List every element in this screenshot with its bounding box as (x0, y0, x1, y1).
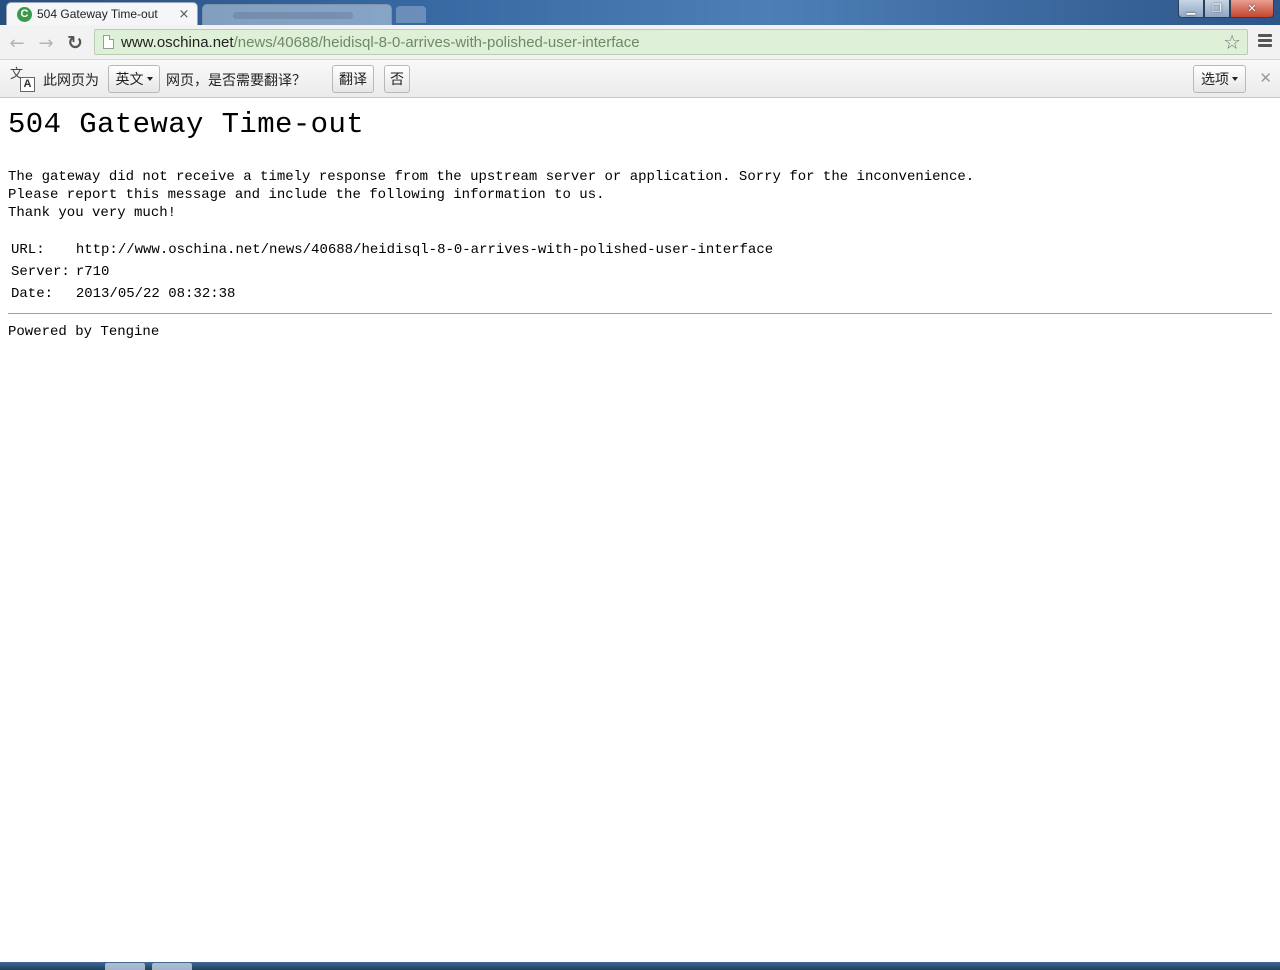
url-label: URL: (11, 242, 45, 258)
language-select[interactable]: 英文 (108, 65, 160, 93)
chrome-menu-icon[interactable] (1258, 34, 1272, 47)
tab-active[interactable]: C 504 Gateway Time-out × (6, 2, 198, 25)
back-arrow-icon: ← (9, 32, 25, 54)
forward-button[interactable]: → (35, 32, 57, 54)
browser-toolbar: ← → ↻ www.oschina.net/news/40688/heidisq… (0, 25, 1280, 60)
new-tab-button[interactable] (396, 6, 426, 23)
translate-icon-glyph-target: A (20, 77, 35, 92)
translate-infobar: 文 A 此网页为 英文 网页，是否需要翻译？ 翻译 否 选项 ✕ (0, 60, 1280, 98)
url-value: http://www.oschina.net/news/40688/heidis… (75, 242, 774, 258)
translate-prefix: 此网页为 (43, 73, 99, 89)
url-host: www.oschina.net (121, 33, 234, 51)
table-row: Server: r710 (8, 261, 776, 283)
close-icon: ✕ (1247, 2, 1257, 15)
bookmark-star-icon[interactable]: ☆ (1223, 32, 1241, 52)
minimize-button[interactable]: ▁ (1178, 0, 1204, 18)
window-controls: ▁ ❐ ✕ (1178, 0, 1274, 18)
options-label: 选项 (1201, 72, 1229, 88)
tengine-favicon-icon: C (17, 6, 32, 22)
url-path: /news/40688/heidisql-8-0-arrives-with-po… (233, 33, 640, 51)
server-value: r710 (75, 264, 110, 280)
translate-icon: 文 A (8, 66, 35, 92)
tab-inactive[interactable] (202, 4, 392, 25)
window-close-button[interactable]: ✕ (1230, 0, 1274, 18)
page-title: 504 Gateway Time-out (8, 108, 365, 141)
options-button[interactable]: 选项 (1193, 65, 1246, 93)
restore-icon: ❐ (1212, 2, 1222, 15)
window-titlebar: C 504 Gateway Time-out × ▁ ❐ ✕ (0, 0, 1280, 25)
powered-by-footer: Powered by Tengine (8, 324, 160, 340)
message-line: Please report this message and include t… (8, 187, 605, 203)
page-icon (103, 35, 114, 49)
server-label: Server: (11, 264, 70, 280)
divider (8, 313, 1272, 314)
os-taskbar (0, 962, 1280, 970)
minimize-icon: ▁ (1186, 2, 1196, 15)
table-row: URL: http://www.oschina.net/news/40688/h… (8, 239, 776, 261)
address-bar[interactable]: www.oschina.net/news/40688/heidisql-8-0-… (94, 29, 1248, 55)
error-info-table: URL: http://www.oschina.net/news/40688/h… (8, 239, 776, 305)
reload-icon: ↻ (67, 32, 83, 54)
tab-title: 504 Gateway Time-out (37, 7, 158, 21)
date-label: Date: (11, 286, 54, 302)
table-row: Date: 2013/05/22 08:32:38 (8, 283, 776, 305)
language-label: 英文 (115, 72, 144, 88)
translate-button[interactable]: 翻译 (332, 65, 374, 93)
taskbar-item[interactable] (152, 963, 192, 970)
taskbar-item[interactable] (105, 963, 145, 970)
tab-close-icon[interactable]: × (177, 7, 191, 22)
chevron-down-icon (1232, 77, 1238, 81)
page-content: 504 Gateway Time-out The gateway did not… (8, 98, 1272, 340)
reload-button[interactable]: ↻ (64, 32, 86, 54)
address-url[interactable]: www.oschina.net/news/40688/heidisql-8-0-… (121, 34, 640, 51)
back-button[interactable]: ← (6, 32, 28, 54)
tab-blurred-title (233, 12, 353, 19)
no-translate-button[interactable]: 否 (384, 65, 410, 93)
message-line: The gateway did not receive a timely res… (8, 169, 975, 185)
maximize-button[interactable]: ❐ (1204, 0, 1230, 18)
forward-arrow-icon: → (38, 32, 54, 54)
infobar-close-icon[interactable]: ✕ (1259, 69, 1272, 87)
chevron-down-icon (146, 77, 153, 81)
translate-suffix: 网页，是否需要翻译？ (166, 73, 306, 89)
error-message: The gateway did not receive a timely res… (8, 168, 1272, 222)
date-value: 2013/05/22 08:32:38 (75, 286, 236, 302)
message-line: Thank you very much! (8, 205, 177, 221)
